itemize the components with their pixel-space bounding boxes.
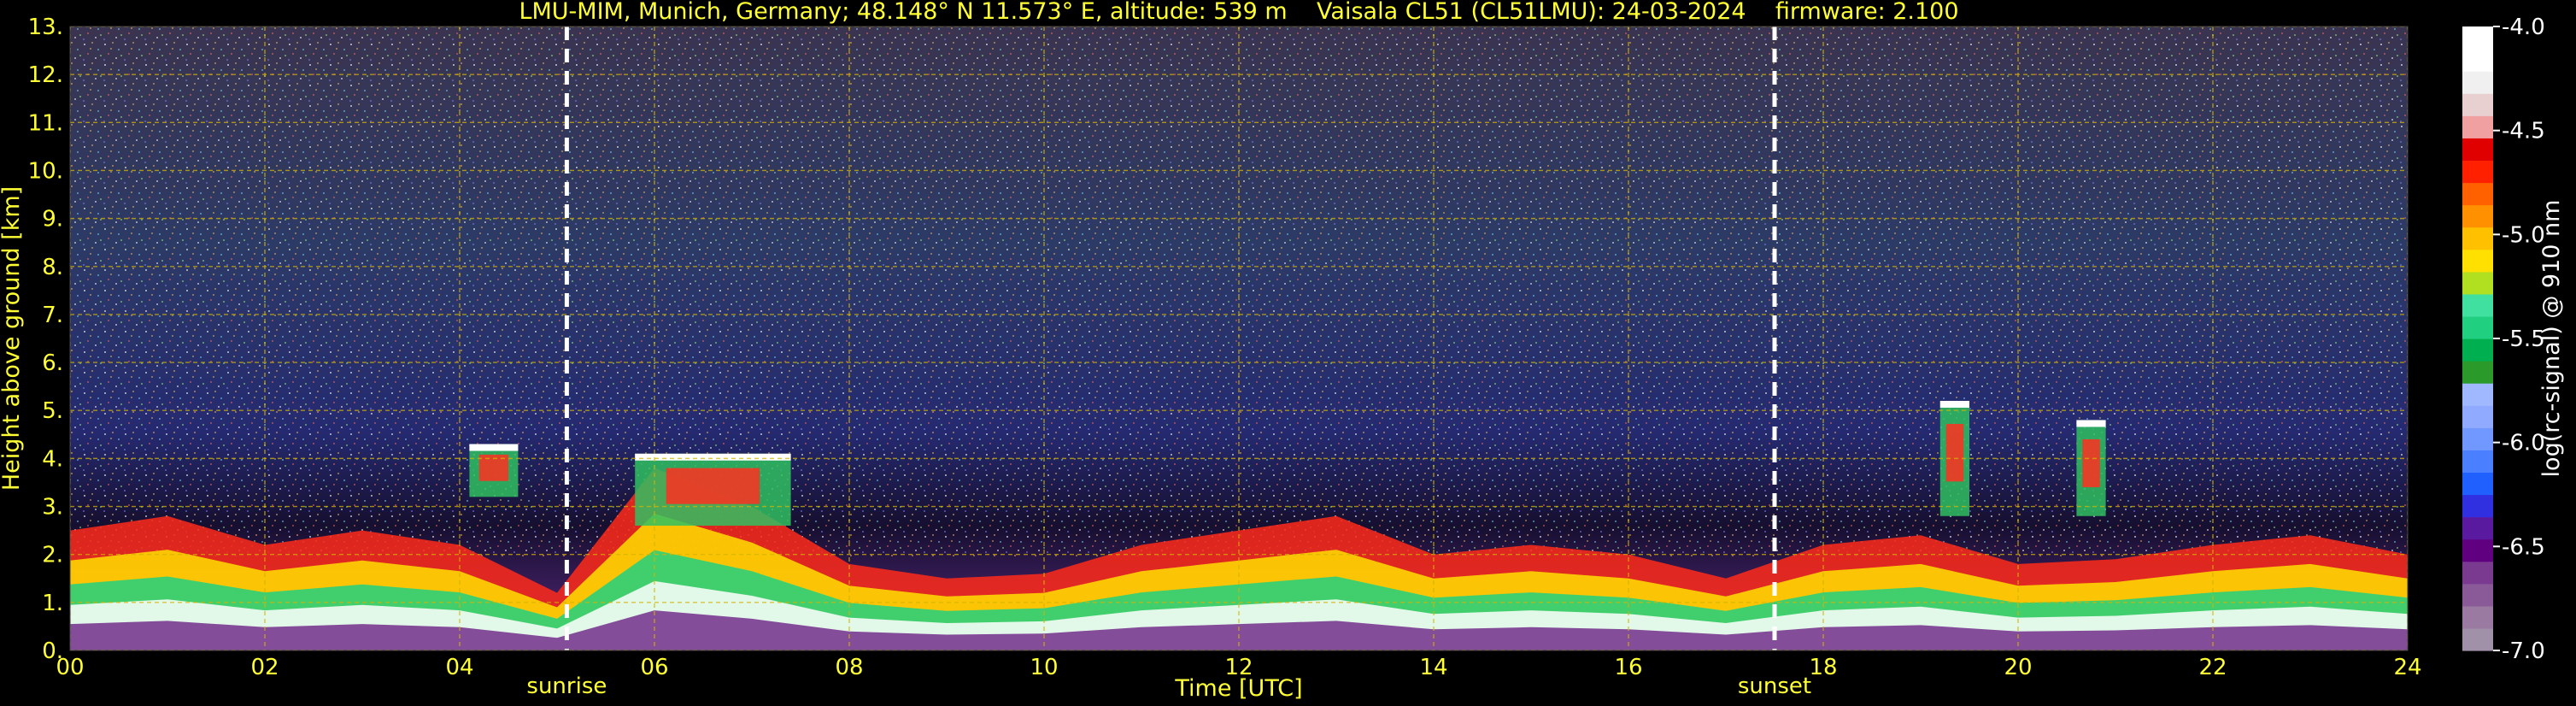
cloud-0 bbox=[469, 444, 519, 497]
y-tick-label: 7. bbox=[42, 303, 63, 328]
colorbar-segment bbox=[2462, 138, 2493, 162]
colorbar-segment bbox=[2462, 315, 2493, 339]
x-tick-label: 10 bbox=[1030, 655, 1058, 680]
colorbar-segment bbox=[2462, 182, 2493, 206]
y-tick-label: 3. bbox=[42, 495, 63, 521]
sunset-label: sunset bbox=[1738, 674, 1811, 699]
ceilometer-chart: LMU-MIM, Munich, Germany; 48.148° N 11.5… bbox=[0, 0, 2565, 702]
cloud-core bbox=[2082, 438, 2100, 488]
colorbar-segment bbox=[2462, 338, 2493, 362]
x-tick-label: 02 bbox=[250, 655, 279, 680]
colorbar-segment bbox=[2462, 561, 2493, 585]
chart-title: LMU-MIM, Munich, Germany; 48.148° N 11.5… bbox=[519, 0, 1958, 25]
x-tick-label: 08 bbox=[835, 655, 863, 680]
colorbar-tick-label: -4.5 bbox=[2502, 119, 2545, 144]
colorbar-segment bbox=[2462, 405, 2493, 428]
colorbar-segment bbox=[2462, 271, 2493, 295]
plot-area bbox=[70, 26, 2408, 650]
cloud-1 bbox=[635, 453, 791, 526]
colorbar-segment bbox=[2462, 71, 2493, 94]
y-tick-label: 13. bbox=[28, 15, 63, 40]
colorbar-tick-label: -7.0 bbox=[2502, 638, 2545, 664]
y-tick-label: 9. bbox=[42, 207, 63, 232]
y-tick-label: 11. bbox=[28, 110, 63, 136]
colorbar-tick-label: -6.5 bbox=[2502, 534, 2545, 560]
y-tick-label: 12. bbox=[28, 62, 63, 88]
y-tick-label: 4. bbox=[42, 446, 63, 472]
colorbar-tick-label: -4.0 bbox=[2502, 15, 2545, 40]
colorbar: -7.0-6.5-6.0-5.5-5.0-4.5-4.0 bbox=[2462, 15, 2545, 664]
colorbar-segment bbox=[2462, 361, 2493, 384]
cloud-core bbox=[666, 468, 760, 504]
cloud-top bbox=[635, 453, 791, 461]
cloud-top bbox=[469, 444, 519, 451]
cloud-top bbox=[2076, 420, 2106, 427]
sunrise-label: sunrise bbox=[526, 674, 607, 699]
x-tick-label: 18 bbox=[1809, 655, 1837, 680]
colorbar-segment bbox=[2462, 605, 2493, 629]
x-tick-label: 16 bbox=[1614, 655, 1642, 680]
colorbar-segment bbox=[2462, 427, 2493, 450]
y-tick-label: 6. bbox=[42, 350, 63, 376]
y-tick-label: 5. bbox=[42, 398, 63, 424]
cloud-3 bbox=[2076, 420, 2106, 516]
colorbar-segment bbox=[2462, 227, 2493, 250]
colorbar-segment bbox=[2462, 26, 2493, 50]
cloud-core bbox=[1945, 423, 1964, 482]
x-tick-label: 24 bbox=[2393, 655, 2421, 680]
y-tick-label: 0. bbox=[42, 638, 63, 664]
colorbar-segment bbox=[2462, 115, 2493, 138]
x-tick-label: 20 bbox=[2004, 655, 2032, 680]
x-tick-label: 22 bbox=[2198, 655, 2227, 680]
colorbar-segment bbox=[2462, 538, 2493, 562]
y-tick-label: 8. bbox=[42, 255, 63, 280]
y-axis-label: Height above ground [km] bbox=[0, 186, 25, 491]
colorbar-segment bbox=[2462, 249, 2493, 273]
cloud-top bbox=[1939, 401, 1969, 408]
colorbar-segment bbox=[2462, 93, 2493, 116]
colorbar-segment bbox=[2462, 49, 2493, 72]
colorbar-segment bbox=[2462, 160, 2493, 184]
y-tick-label: 1. bbox=[42, 591, 63, 616]
x-tick-label: 14 bbox=[1419, 655, 1447, 680]
x-tick-label: 06 bbox=[640, 655, 668, 680]
y-tick-label: 2. bbox=[42, 543, 63, 568]
colorbar-label: log(rc-signal) @ 910 nm bbox=[2538, 200, 2565, 478]
colorbar-segment bbox=[2462, 450, 2493, 474]
colorbar-segment bbox=[2462, 583, 2493, 607]
colorbar-segment bbox=[2462, 204, 2493, 228]
x-axis-label: Time [UTC] bbox=[1174, 675, 1302, 702]
colorbar-segment bbox=[2462, 383, 2493, 406]
x-tick-label: 04 bbox=[445, 655, 473, 680]
y-tick-label: 10. bbox=[28, 158, 63, 184]
colorbar-segment bbox=[2462, 293, 2493, 317]
colorbar-segment bbox=[2462, 494, 2493, 518]
colorbar-segment bbox=[2462, 627, 2493, 651]
colorbar-segment bbox=[2462, 472, 2493, 496]
colorbar-segment bbox=[2462, 516, 2493, 540]
